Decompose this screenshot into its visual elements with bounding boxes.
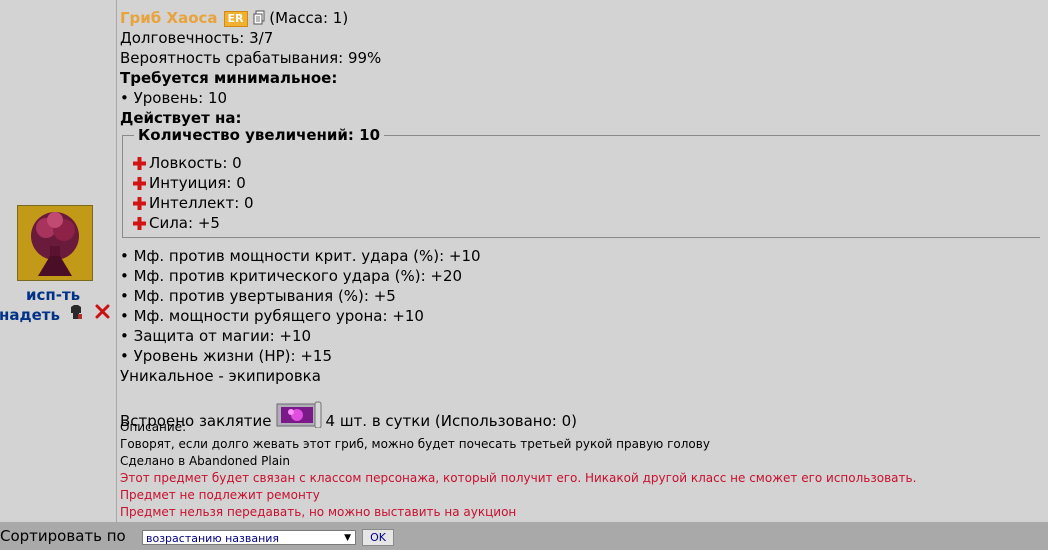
wear-icon[interactable]: [69, 305, 83, 324]
affects-heading: Действует на:: [120, 109, 242, 127]
sort-bar: Сортировать по возрастанию названия ▼ OK: [0, 522, 1048, 550]
item-actions-column: исп-ть надеть: [0, 0, 117, 522]
stat-bonus-label: Ловкость: 0: [149, 154, 242, 172]
plus-icon[interactable]: [133, 215, 146, 235]
warning-class-bound: Этот предмет будет связан с классом перс…: [120, 471, 917, 485]
warning-no-transfer: Предмет нельзя передавать, но можно выст…: [120, 505, 517, 519]
item-durability: Долговечность: 3/7: [120, 29, 274, 47]
sort-selected-value: возрастанию названия: [146, 532, 280, 545]
warning-no-repair: Предмет не подлежит ремонту: [120, 488, 320, 502]
delete-icon[interactable]: [95, 304, 110, 323]
plus-icon[interactable]: [133, 155, 146, 175]
spell-row: Встроено заклятие 4 шт. в сутки (Использо…: [120, 400, 577, 433]
spell-scroll-icon[interactable]: [275, 400, 323, 433]
description-text: Говорят, если долго жевать этот гриб, мо…: [120, 437, 710, 451]
description-heading: Описание:: [120, 420, 187, 434]
stat-bonus-row: Ловкость: 0: [133, 153, 242, 175]
ok-button[interactable]: OK: [362, 529, 394, 546]
item-details: Гриб Хаоса ER (Масса: 1) Долговечность: 3…: [117, 0, 1048, 522]
copy-icon[interactable]: [253, 10, 265, 30]
stat-bonus-row: Сила: +5: [133, 213, 220, 235]
wear-item-link[interactable]: надеть: [0, 306, 60, 324]
stat-bonus-label: Интеллект: 0: [149, 194, 254, 212]
unique-note: Уникальное - экипировка: [120, 367, 321, 385]
sort-select[interactable]: возрастанию названия ▼: [142, 530, 356, 545]
modifier-row: • Мф. против мощности крит. удара (%): +…: [120, 247, 481, 265]
modifier-row: • Защита от магии: +10: [120, 327, 312, 345]
stat-bonus-label: Сила: +5: [149, 214, 220, 232]
increments-box: Количество увеличений: 10: [122, 126, 1040, 238]
item-thumbnail[interactable]: [17, 205, 93, 281]
plus-icon[interactable]: [133, 195, 146, 215]
stat-bonus-row: Интуиция: 0: [133, 173, 246, 195]
item-name[interactable]: Гриб Хаоса: [120, 9, 218, 27]
modifier-row: • Мф. против увертывания (%): +5: [120, 287, 396, 305]
item-title-row: Гриб Хаоса ER (Масса: 1): [120, 8, 348, 30]
plus-icon[interactable]: [133, 175, 146, 195]
modifier-row: • Уровень жизни (HP): +15: [120, 347, 333, 365]
use-item-link[interactable]: исп-ть: [26, 286, 80, 304]
trigger-chance: Вероятность срабатывания: 99%: [120, 49, 382, 67]
stat-bonus-row: Интеллект: 0: [133, 193, 254, 215]
increments-legend: Количество увеличений: 10: [138, 126, 381, 144]
requirement-level: • Уровень: 10: [120, 89, 228, 107]
dropdown-arrow-icon[interactable]: ▼: [344, 531, 351, 546]
item-mass: (Масса: 1): [269, 9, 349, 27]
modifier-row: • Мф. против критического удара (%): +20: [120, 267, 463, 285]
requires-heading: Требуется минимальное:: [120, 69, 338, 87]
stat-bonus-label: Интуиция: 0: [149, 174, 246, 192]
modifier-row: • Мф. мощности рубящего урона: +10: [120, 307, 424, 325]
badge-er: ER: [223, 11, 248, 27]
made-in: Сделано в Abandoned Plain: [120, 454, 290, 468]
sort-label: Сортировать по: [0, 527, 126, 545]
spell-suffix: 4 шт. в сутки (Использовано: 0): [325, 412, 577, 430]
